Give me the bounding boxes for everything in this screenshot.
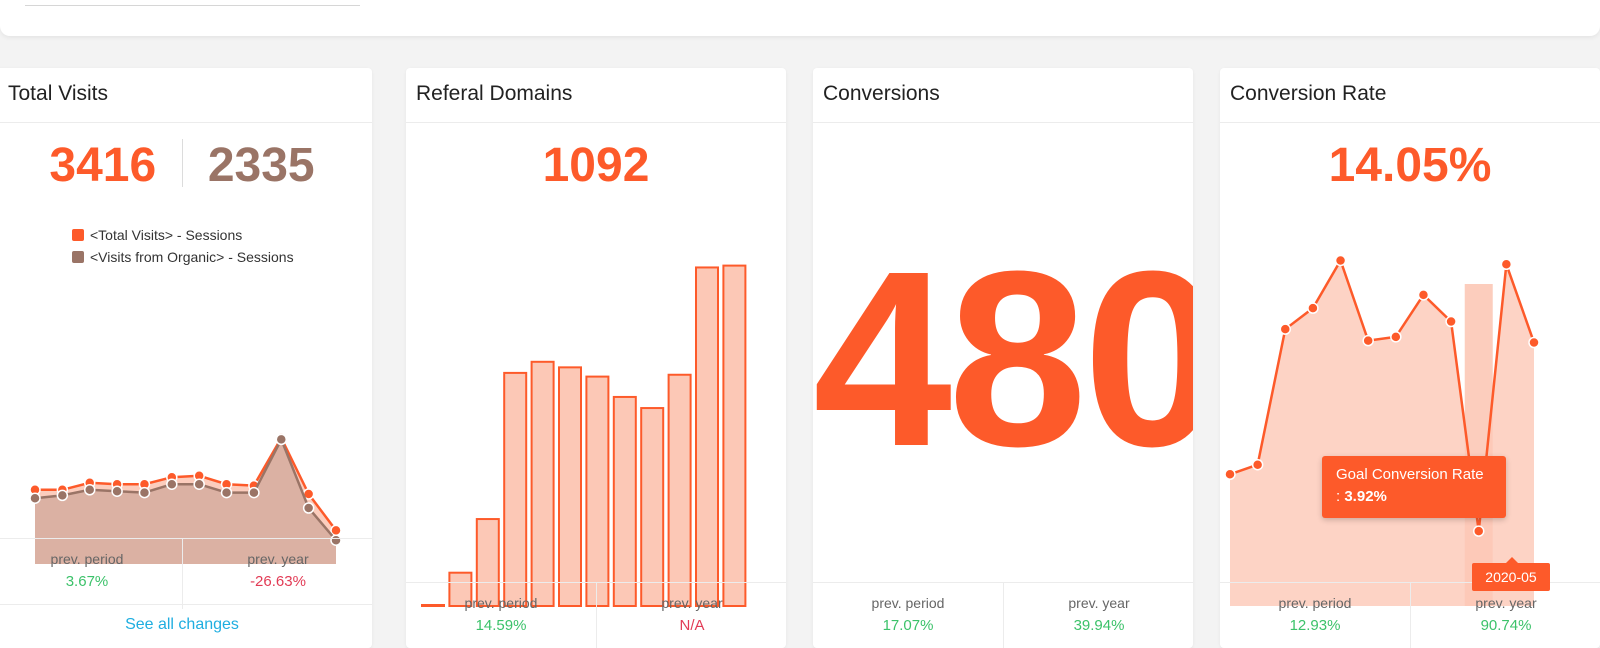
prev-period-stat: prev. period 12.93% — [1220, 583, 1410, 648]
bar — [722, 264, 747, 607]
total-visits-value: 3416 — [49, 139, 157, 192]
prev-period-stat: prev. period 14.59% — [406, 583, 596, 648]
value-separator — [181, 139, 183, 187]
x-axis-crosshair-label: 2020-05 — [1472, 557, 1550, 591]
bar — [585, 375, 610, 607]
data-point — [56, 489, 69, 502]
stat-label: prev. year — [661, 595, 723, 611]
stat-label: prev. period — [464, 595, 538, 611]
prev-year-stat: prev. year -26.63% — [182, 539, 372, 609]
stat-value: 17.07% — [882, 617, 934, 634]
stat-label: prev. year — [1475, 595, 1537, 611]
legend-label: <Total Visits> - Sessions — [90, 227, 243, 243]
bar — [640, 407, 665, 607]
conversion-rate-value: 14.05% — [1328, 139, 1492, 192]
stat-value: 39.94% — [1073, 617, 1125, 634]
prev-year-stat: prev. year 90.74% — [1410, 583, 1600, 648]
data-point — [166, 478, 178, 490]
data-point — [1472, 525, 1485, 537]
total-visits-values: 3416 2335 — [0, 138, 372, 193]
data-point — [1362, 334, 1374, 347]
stat-label: prev. period — [1278, 595, 1352, 611]
data-point — [1307, 302, 1319, 314]
conversion-rate-card: Conversion Rate 14.05% prev. period 12.9… — [1220, 68, 1600, 648]
bar — [558, 366, 582, 607]
data-point — [29, 492, 41, 504]
card-divider — [0, 604, 372, 605]
chart-legend: <Total Visits> - Sessions <Visits from O… — [72, 224, 294, 268]
data-point — [1528, 336, 1540, 349]
prev-period-stat: prev. period 17.07% — [813, 583, 1003, 648]
data-point — [275, 433, 288, 446]
legend-item-total-visits[interactable]: <Total Visits> - Sessions — [72, 224, 294, 246]
card-title: Conversions — [823, 82, 940, 105]
conversions-card: Conversions 480 prev. period 17.07% prev… — [813, 68, 1193, 648]
legend-swatch — [72, 251, 84, 263]
stat-label: prev. period — [871, 595, 945, 611]
data-point — [1224, 468, 1236, 481]
data-point — [138, 486, 151, 499]
top-filter-bar — [0, 0, 1600, 36]
data-point — [330, 524, 342, 537]
stat-label: prev. period — [50, 551, 124, 567]
data-point — [1279, 323, 1292, 335]
referal-domains-value: 1092 — [542, 139, 650, 192]
prev-period-stat: prev. period 3.67% — [0, 539, 182, 609]
data-point — [193, 478, 205, 490]
prev-year-stat: prev. year N/A — [596, 583, 786, 648]
bar — [530, 360, 555, 607]
stat-value: 14.59% — [475, 617, 527, 634]
bar — [503, 371, 528, 607]
data-point — [83, 484, 96, 496]
stat-label: prev. year — [247, 551, 309, 567]
card-title: Referal Domains — [416, 82, 573, 105]
stat-value: 90.74% — [1480, 617, 1532, 634]
data-point — [220, 486, 233, 499]
card-title: Total Visits — [8, 82, 108, 105]
referal-domains-chart[interactable] — [406, 208, 786, 628]
data-point — [1334, 254, 1347, 267]
conversion-rate-stats: prev. period 12.93% prev. year 90.74% — [1220, 582, 1600, 648]
organic-visits-value: 2335 — [207, 139, 315, 192]
tooltip-value-line: : 3.92% — [1336, 488, 1387, 505]
data-point — [1417, 289, 1430, 301]
chart-tooltip: Goal Conversion Rate : 3.92% — [1322, 456, 1506, 518]
prev-year-stat: prev. year 39.94% — [1003, 583, 1193, 648]
legend-swatch — [72, 229, 84, 241]
legend-item-organic-visits[interactable]: <Visits from Organic> - Sessions — [72, 246, 294, 268]
conversions-value: 480 — [813, 219, 1193, 498]
data-point — [1251, 458, 1264, 471]
card-divider — [1220, 122, 1600, 123]
data-point — [1445, 315, 1457, 328]
conversions-stats: prev. period 17.07% prev. year 39.94% — [813, 582, 1193, 648]
tooltip-series-label: Goal Conversion Rate — [1336, 466, 1484, 483]
total-visits-stats: prev. period 3.67% prev. year -26.63% — [0, 538, 372, 609]
bar — [695, 266, 719, 607]
card-divider — [0, 122, 372, 123]
filter-underline — [25, 5, 360, 6]
data-point — [302, 502, 315, 514]
stat-value: 12.93% — [1289, 617, 1341, 634]
data-point — [1500, 258, 1513, 271]
referal-domains-card: Referal Domains 1092 prev. period 14.59%… — [406, 68, 786, 648]
legend-label: <Visits from Organic> - Sessions — [90, 249, 294, 265]
bar — [667, 373, 692, 607]
card-title: Conversion Rate — [1230, 82, 1387, 105]
tooltip-value: 3.92% — [1344, 488, 1387, 505]
stat-label: prev. year — [1068, 595, 1130, 611]
see-all-changes-link[interactable]: See all changes — [0, 616, 372, 634]
data-point — [248, 486, 260, 499]
bar — [612, 395, 637, 607]
data-point — [111, 485, 123, 497]
stat-value: 3.67% — [65, 573, 109, 590]
stat-value: -26.63% — [250, 573, 306, 590]
total-visits-card: Total Visits 3416 2335 <Total Visits> - … — [0, 68, 372, 648]
data-point — [1390, 331, 1402, 343]
card-divider — [406, 122, 786, 123]
referal-domains-stats: prev. period 14.59% prev. year N/A — [406, 582, 786, 648]
stat-value: N/A — [679, 617, 705, 634]
card-divider — [813, 122, 1193, 123]
